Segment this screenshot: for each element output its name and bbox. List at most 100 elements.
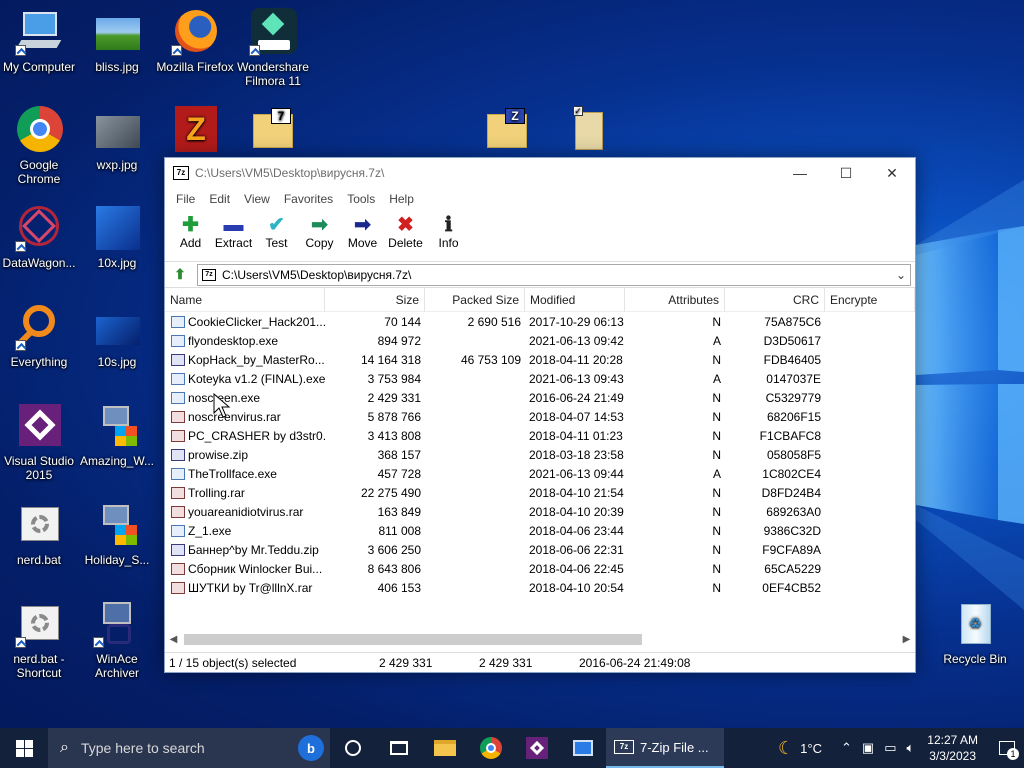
- minimize-button[interactable]: —: [777, 158, 823, 188]
- file-row[interactable]: Koteyka v1.2 (FINAL).exe 3 753 984 2021-06…: [165, 369, 915, 388]
- desktop-icon-10x[interactable]: 10x.jpg: [78, 204, 156, 270]
- file-modified-cell: 2021-06-13 09:44: [529, 466, 624, 481]
- status-modified: 2016-06-24 21:49:08: [579, 655, 691, 670]
- chrome-taskbar-icon[interactable]: [468, 728, 514, 768]
- app-window-taskbar-icon[interactable]: [560, 728, 606, 768]
- notification-center-button[interactable]: 1: [990, 728, 1024, 768]
- action-center-shield-icon[interactable]: ▣: [862, 740, 874, 756]
- desktop-icon-wxp[interactable]: wxp.jpg: [78, 106, 156, 172]
- desktop-icon-everything[interactable]: Everything: [0, 303, 78, 369]
- menu-view[interactable]: View: [237, 192, 277, 206]
- start-button[interactable]: [0, 728, 48, 768]
- toolbar-test-button[interactable]: ✔ Test: [255, 210, 298, 250]
- chrome-icon: [15, 106, 63, 154]
- task-view-icon[interactable]: [376, 728, 422, 768]
- chevron-up-icon[interactable]: ⌃: [841, 740, 852, 756]
- desktop-icon-filmora[interactable]: Wondershare Filmora 11: [234, 8, 312, 88]
- horizontal-scrollbar[interactable]: ◀ ▶: [165, 631, 915, 648]
- weather-widget[interactable]: ☾ 1°C: [778, 738, 822, 759]
- taskbar-7zip-app[interactable]: 7z 7-Zip File ...: [606, 728, 724, 768]
- desktop-icon-holiday[interactable]: Holiday_S...: [78, 501, 156, 567]
- volume-icon[interactable]: 🔈︎: [906, 740, 914, 756]
- scroll-right-icon[interactable]: ▶: [898, 634, 915, 645]
- maximize-button[interactable]: ☐: [823, 158, 869, 188]
- file-explorer-icon[interactable]: [422, 728, 468, 768]
- menu-edit[interactable]: Edit: [202, 192, 237, 206]
- file-row[interactable]: PC_CRASHER by d3str0... 3 413 808 2018-04-…: [165, 426, 915, 445]
- file-crc-cell: 1C802CE4: [762, 466, 821, 481]
- desktop-icon-bliss[interactable]: bliss.jpg: [78, 8, 156, 74]
- file-row[interactable]: youareanidiotvirus.rar 163 849 2018-04-10 …: [165, 502, 915, 521]
- file-row[interactable]: Trolling.rar 22 275 490 2018-04-10 21:54 N D…: [165, 483, 915, 502]
- file-row[interactable]: KopHack_by_MasterRo... 14 164 318 46 753 1…: [165, 350, 915, 369]
- column-packed-size[interactable]: Packed Size: [425, 287, 525, 312]
- column-modified[interactable]: Modified: [525, 287, 625, 312]
- scroll-thumb[interactable]: [184, 634, 642, 645]
- scroll-track[interactable]: [182, 633, 898, 646]
- clock[interactable]: 12:27 AM 3/3/2023: [927, 732, 978, 764]
- desktop-icon-winace[interactable]: WinAce Archiver: [78, 600, 156, 680]
- toolbar-move-button[interactable]: ➡ Move: [341, 210, 384, 250]
- file-row[interactable]: CookieClicker_Hack201... 70 144 2 690 516 2…: [165, 312, 915, 331]
- file-name: Баннер^by Mr.Teddu.zip: [188, 542, 319, 557]
- desktop-icon-datawagon[interactable]: DataWagon...: [0, 204, 78, 270]
- desktop-icon-visual-studio[interactable]: Visual Studio 2015: [0, 402, 78, 482]
- 7zip-file-manager-window[interactable]: 7z C:\Users\VM5\Desktop\вирусня.7z\ — ☐ …: [164, 157, 916, 673]
- column-encrypted[interactable]: Encrypte: [825, 287, 915, 312]
- file-row[interactable]: noscreen.exe 2 429 331 2016-06-24 21:49 N C5…: [165, 388, 915, 407]
- address-field[interactable]: 7z C:\Users\VM5\Desktop\вирусня.7z\ ⌄: [197, 263, 911, 286]
- address-path: C:\Users\VM5\Desktop\вирусня.7z\: [222, 267, 412, 282]
- up-folder-icon[interactable]: ⬆: [169, 265, 191, 285]
- file-size-cell: 406 153: [377, 580, 421, 595]
- file-row[interactable]: TheTrollface.exe 457 728 2021-06-13 09:44 A…: [165, 464, 915, 483]
- desktop-icon-filezilla[interactable]: Z: [156, 106, 234, 158]
- toolbar-info-button[interactable]: ℹ Info: [427, 210, 470, 250]
- desktop-icon-nerd-bat-shortcut[interactable]: nerd.bat - Shortcut: [0, 600, 78, 680]
- file-crc-cell: 0EF4CB52: [762, 580, 821, 595]
- column-name[interactable]: Name: [165, 287, 325, 312]
- file-row[interactable]: ШУТКИ by Tr@lllnX.rar 406 153 2018-04-10 2…: [165, 578, 915, 597]
- file-crc-cell: C5329779: [765, 390, 821, 405]
- desktop-icon-recycle-bin[interactable]: ♻ Recycle Bin: [936, 600, 1014, 666]
- file-row[interactable]: noscreenvirus.rar 5 878 766 2018-04-07 14:…: [165, 407, 915, 426]
- file-size-cell: 163 849: [377, 504, 421, 519]
- desktop-icon-nerd-bat[interactable]: nerd.bat: [0, 501, 78, 567]
- chevron-down-icon[interactable]: ⌄: [892, 268, 910, 282]
- desktop-icon-amazing[interactable]: Amazing_W...: [78, 402, 156, 468]
- desktop-icon-chrome[interactable]: Google Chrome: [0, 106, 78, 186]
- desktop-icon-zip-archive[interactable]: Z: [468, 106, 546, 158]
- bing-icon[interactable]: b: [298, 735, 324, 761]
- toolbar-add-button[interactable]: ✚ Add: [169, 210, 212, 250]
- title-bar[interactable]: 7z C:\Users\VM5\Desktop\вирусня.7z\ — ☐ …: [165, 158, 915, 188]
- toolbar-copy-button[interactable]: ➡ Copy: [298, 210, 341, 250]
- file-row[interactable]: Сборник Winlocker Bui... 8 643 806 2018-04…: [165, 559, 915, 578]
- menu-favorites[interactable]: Favorites: [277, 192, 340, 206]
- taskbar-search-box[interactable]: ⌕ Type here to search b: [48, 728, 330, 768]
- firefox-icon: [171, 8, 219, 56]
- desktop-icon-10s[interactable]: 10s.jpg: [78, 303, 156, 369]
- menu-file[interactable]: File: [169, 192, 202, 206]
- desktop-icon-my-computer[interactable]: My Computer: [0, 8, 78, 74]
- close-button[interactable]: ✕: [869, 158, 915, 188]
- file-row[interactable]: Баннер^by Mr.Teddu.zip 3 606 250 2018-06-0…: [165, 540, 915, 559]
- desktop-icon-folder[interactable]: ✓: [546, 106, 624, 158]
- desktop-icon-firefox[interactable]: Mozilla Firefox: [156, 8, 234, 74]
- file-row[interactable]: flyondesktop.exe 894 972 2021-06-13 09:42 A…: [165, 331, 915, 350]
- file-row[interactable]: prowise.zip 368 157 2018-03-18 23:58 N 05805…: [165, 445, 915, 464]
- 7zip-app-icon: 7z: [173, 166, 189, 180]
- column-crc[interactable]: CRC: [725, 287, 825, 312]
- column-attributes[interactable]: Attributes: [625, 287, 725, 312]
- toolbar-delete-button[interactable]: ✖ Delete: [384, 210, 427, 250]
- column-size[interactable]: Size: [325, 287, 425, 312]
- desktop-icon-7z-archive[interactable]: 7: [234, 106, 312, 158]
- scroll-left-icon[interactable]: ◀: [165, 634, 182, 645]
- menu-help[interactable]: Help: [382, 192, 421, 206]
- cortana-circle-icon[interactable]: [330, 728, 376, 768]
- file-modified-cell: 2018-04-06 22:45: [529, 561, 624, 576]
- menu-tools[interactable]: Tools: [340, 192, 382, 206]
- toolbar-extract-button[interactable]: ▬ Extract: [212, 210, 255, 250]
- file-row[interactable]: Z_1.exe 811 008 2018-04-06 23:44 N 9386C32D: [165, 521, 915, 540]
- network-icon[interactable]: ▭: [884, 740, 896, 756]
- file-name-cell: Z_1.exe: [165, 524, 325, 538]
- visual-studio-taskbar-icon[interactable]: [514, 728, 560, 768]
